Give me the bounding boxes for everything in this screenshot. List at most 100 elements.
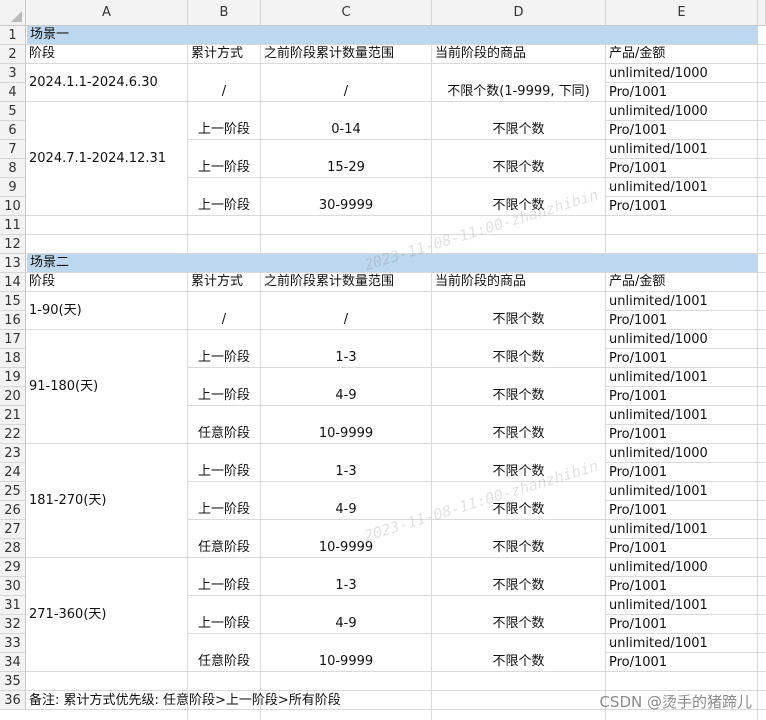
row-header-24[interactable]: 24 <box>0 463 26 482</box>
scenario1-range-1[interactable]: / <box>261 64 431 101</box>
row-header-21[interactable]: 21 <box>0 406 26 425</box>
row-header-25[interactable]: 25 <box>0 482 26 501</box>
scenario1-header-product[interactable]: 产品/金额 <box>606 45 665 63</box>
row-header-34[interactable]: 34 <box>0 653 26 672</box>
row-header-12[interactable]: 12 <box>0 235 26 254</box>
row-header-28[interactable]: 28 <box>0 539 26 558</box>
scenario2-header-stage[interactable]: 阶段 <box>26 273 55 291</box>
scenario2-goods-4[interactable]: 不限个数 <box>432 406 605 443</box>
scenario2-range-9[interactable]: 4-9 <box>261 596 431 633</box>
scenario2-range-6[interactable]: 4-9 <box>261 482 431 519</box>
scenario2-stage-4[interactable]: 271-360(天) <box>26 558 187 671</box>
scenario2-method-8[interactable]: 上一阶段 <box>188 558 260 595</box>
row-header-15[interactable]: 15 <box>0 292 26 311</box>
scenario1-title-band[interactable]: 场景一 <box>27 26 758 44</box>
row-header-14[interactable]: 14 <box>0 273 26 292</box>
scenario2-method-2[interactable]: 上一阶段 <box>188 330 260 367</box>
column-header-a[interactable]: A <box>26 0 188 26</box>
scenario1-product-unlimited-4[interactable]: unlimited/1001 <box>606 178 708 197</box>
row-header-33[interactable]: 33 <box>0 634 26 653</box>
scenario1-product-pro-2[interactable]: Pro/1001 <box>606 121 667 140</box>
scenario2-stage-2[interactable]: 91-180(天) <box>26 330 187 443</box>
scenario2-method-4[interactable]: 任意阶段 <box>188 406 260 443</box>
scenario1-goods-3[interactable]: 不限个数 <box>432 140 605 177</box>
row-header-5[interactable]: 5 <box>0 102 26 121</box>
scenario1-header-stage[interactable]: 阶段 <box>26 45 55 63</box>
scenario1-product-pro-4[interactable]: Pro/1001 <box>606 197 667 216</box>
column-header-d[interactable]: D <box>432 0 606 26</box>
row-header-7[interactable]: 7 <box>0 140 26 159</box>
scenario2-range-5[interactable]: 1-3 <box>261 444 431 481</box>
scenario1-method-1[interactable]: / <box>188 64 260 101</box>
footnote[interactable]: 备注: 累计方式优先级: 任意阶段>上一阶段>所有阶段 <box>26 691 341 710</box>
row-header-35[interactable]: 35 <box>0 672 26 691</box>
scenario2-stage-1[interactable]: 1-90(天) <box>26 292 187 329</box>
scenario2-goods-7[interactable]: 不限个数 <box>432 520 605 557</box>
row-header-27[interactable]: 27 <box>0 520 26 539</box>
scenario1-product-pro-1[interactable]: Pro/1001 <box>606 83 667 102</box>
scenario2-product-pro-9[interactable]: Pro/1001 <box>606 615 667 634</box>
scenario1-method-4[interactable]: 上一阶段 <box>188 178 260 215</box>
scenario2-stage-3[interactable]: 181-270(天) <box>26 444 187 557</box>
scenario1-method-3[interactable]: 上一阶段 <box>188 140 260 177</box>
scenario2-range-4[interactable]: 10-9999 <box>261 406 431 443</box>
scenario1-product-unlimited-2[interactable]: unlimited/1000 <box>606 102 708 121</box>
scenario1-stage-1[interactable]: 2024.1.1-2024.6.30 <box>26 64 187 101</box>
scenario1-product-pro-3[interactable]: Pro/1001 <box>606 159 667 178</box>
scenario2-header-goods[interactable]: 当前阶段的商品 <box>432 273 526 291</box>
scenario2-range-8[interactable]: 1-3 <box>261 558 431 595</box>
scenario1-product-unlimited-1[interactable]: unlimited/1000 <box>606 64 708 83</box>
scenario2-range-3[interactable]: 4-9 <box>261 368 431 405</box>
scenario2-product-unlimited-5[interactable]: unlimited/1000 <box>606 444 708 463</box>
column-header-c[interactable]: C <box>261 0 432 26</box>
scenario2-product-pro-3[interactable]: Pro/1001 <box>606 387 667 406</box>
column-header-e[interactable]: E <box>606 0 758 26</box>
scenario2-method-1[interactable]: / <box>188 292 260 329</box>
scenario1-goods-2[interactable]: 不限个数 <box>432 102 605 139</box>
row-header-11[interactable]: 11 <box>0 216 26 235</box>
scenario2-method-9[interactable]: 上一阶段 <box>188 596 260 633</box>
scenario2-header-method[interactable]: 累计方式 <box>188 273 243 291</box>
row-header-31[interactable]: 31 <box>0 596 26 615</box>
scenario2-product-unlimited-2[interactable]: unlimited/1000 <box>606 330 708 349</box>
scenario2-product-pro-4[interactable]: Pro/1001 <box>606 425 667 444</box>
row-header-2[interactable]: 2 <box>0 45 26 64</box>
scenario1-header-method[interactable]: 累计方式 <box>188 45 243 63</box>
scenario2-goods-8[interactable]: 不限个数 <box>432 558 605 595</box>
row-header-8[interactable]: 8 <box>0 159 26 178</box>
row-header-32[interactable]: 32 <box>0 615 26 634</box>
scenario2-product-pro-6[interactable]: Pro/1001 <box>606 501 667 520</box>
scenario2-goods-3[interactable]: 不限个数 <box>432 368 605 405</box>
scenario1-method-2[interactable]: 上一阶段 <box>188 102 260 139</box>
scenario1-goods-1[interactable]: 不限个数(1-9999, 下同) <box>432 64 605 101</box>
row-header-29[interactable]: 29 <box>0 558 26 577</box>
scenario2-header-range[interactable]: 之前阶段累计数量范围 <box>261 273 394 291</box>
row-header-23[interactable]: 23 <box>0 444 26 463</box>
scenario2-range-10[interactable]: 10-9999 <box>261 634 431 671</box>
scenario2-product-pro-10[interactable]: Pro/1001 <box>606 653 667 672</box>
scenario2-goods-9[interactable]: 不限个数 <box>432 596 605 633</box>
scenario2-product-pro-5[interactable]: Pro/1001 <box>606 463 667 482</box>
scenario2-range-1[interactable]: / <box>261 292 431 329</box>
scenario2-product-unlimited-9[interactable]: unlimited/1001 <box>606 596 708 615</box>
row-header-16[interactable]: 16 <box>0 311 26 330</box>
row-header-18[interactable]: 18 <box>0 349 26 368</box>
scenario2-product-unlimited-7[interactable]: unlimited/1001 <box>606 520 708 539</box>
scenario1-range-3[interactable]: 15-29 <box>261 140 431 177</box>
row-header-10[interactable]: 10 <box>0 197 26 216</box>
scenario2-product-unlimited-4[interactable]: unlimited/1001 <box>606 406 708 425</box>
column-header-f-partial[interactable] <box>758 0 766 26</box>
scenario2-product-unlimited-8[interactable]: unlimited/1000 <box>606 558 708 577</box>
row-header-30[interactable]: 30 <box>0 577 26 596</box>
scenario2-range-7[interactable]: 10-9999 <box>261 520 431 557</box>
scenario2-product-pro-7[interactable]: Pro/1001 <box>606 539 667 558</box>
column-header-b[interactable]: B <box>188 0 261 26</box>
scenario2-goods-1[interactable]: 不限个数 <box>432 292 605 329</box>
row-header-1[interactable]: 1 <box>0 26 26 45</box>
row-header-19[interactable]: 19 <box>0 368 26 387</box>
row-header-20[interactable]: 20 <box>0 387 26 406</box>
scenario2-product-pro-2[interactable]: Pro/1001 <box>606 349 667 368</box>
scenario1-range-2[interactable]: 0-14 <box>261 102 431 139</box>
scenario2-method-10[interactable]: 任意阶段 <box>188 634 260 671</box>
scenario2-product-unlimited-1[interactable]: unlimited/1001 <box>606 292 708 311</box>
